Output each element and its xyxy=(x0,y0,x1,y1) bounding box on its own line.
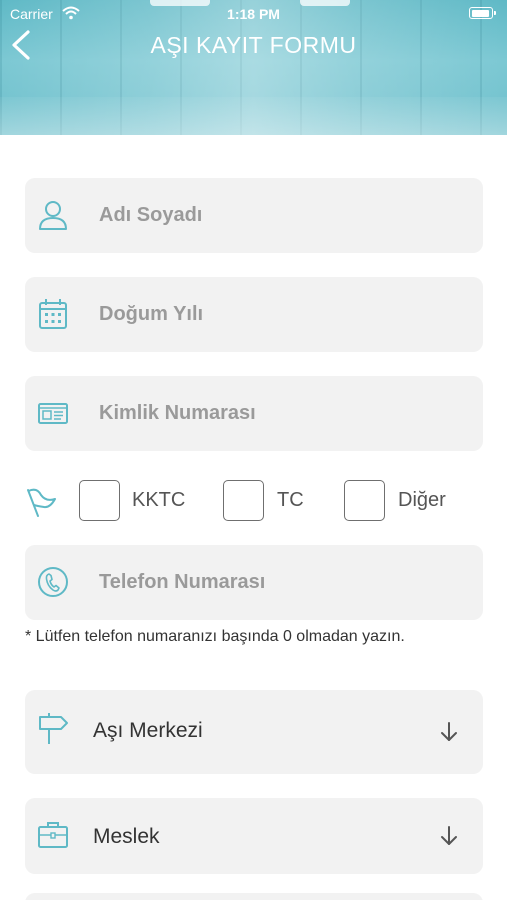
vaccine-center-select[interactable]: Aşı Merkezi xyxy=(25,690,483,774)
clock: 1:18 PM xyxy=(227,6,280,22)
id-number-field[interactable]: Kimlik Numarası xyxy=(25,376,483,451)
nationality-row: KKTC TC Diğer xyxy=(0,478,507,524)
arrow-down-icon xyxy=(441,722,457,741)
id-number-placeholder: Kimlik Numarası xyxy=(99,402,256,424)
flag-icon xyxy=(27,488,56,517)
profession-label: Meslek xyxy=(93,825,160,848)
next-field-edge xyxy=(25,893,483,900)
diger-label: Diğer xyxy=(398,489,446,511)
diger-checkbox[interactable] xyxy=(344,480,385,521)
vaccine-center-label: Aşı Merkezi xyxy=(93,719,203,742)
phone-field[interactable]: Telefon Numarası xyxy=(25,545,483,620)
tc-label: TC xyxy=(277,489,304,511)
calendar-icon xyxy=(39,299,67,329)
kktc-checkbox[interactable] xyxy=(79,480,120,521)
header-banner: Carrier 1:18 PM AŞI KAYIT FORMU xyxy=(0,0,507,135)
phone-placeholder: Telefon Numarası xyxy=(99,571,266,593)
phone-icon xyxy=(38,567,68,597)
page-title: AŞI KAYIT FORMU xyxy=(150,32,357,58)
battery-icon xyxy=(469,7,496,19)
id-card-icon xyxy=(38,403,68,424)
birth-year-field[interactable]: Doğum Yılı xyxy=(25,277,483,352)
person-icon xyxy=(39,201,67,230)
briefcase-icon xyxy=(38,822,68,848)
status-bar: Carrier 1:18 PM xyxy=(0,4,507,24)
arrow-down-icon xyxy=(441,826,457,845)
signpost-icon xyxy=(39,713,68,744)
tc-checkbox[interactable] xyxy=(223,480,264,521)
profession-select[interactable]: Meslek xyxy=(25,798,483,874)
full-name-placeholder: Adı Soyadı xyxy=(99,204,203,226)
full-name-field[interactable]: Adı Soyadı xyxy=(25,178,483,253)
header-floor xyxy=(0,97,507,135)
birth-year-placeholder: Doğum Yılı xyxy=(99,303,204,325)
phone-note: * Lütfen telefon numaranızı başında 0 ol… xyxy=(25,628,405,645)
kktc-label: KKTC xyxy=(132,489,186,511)
